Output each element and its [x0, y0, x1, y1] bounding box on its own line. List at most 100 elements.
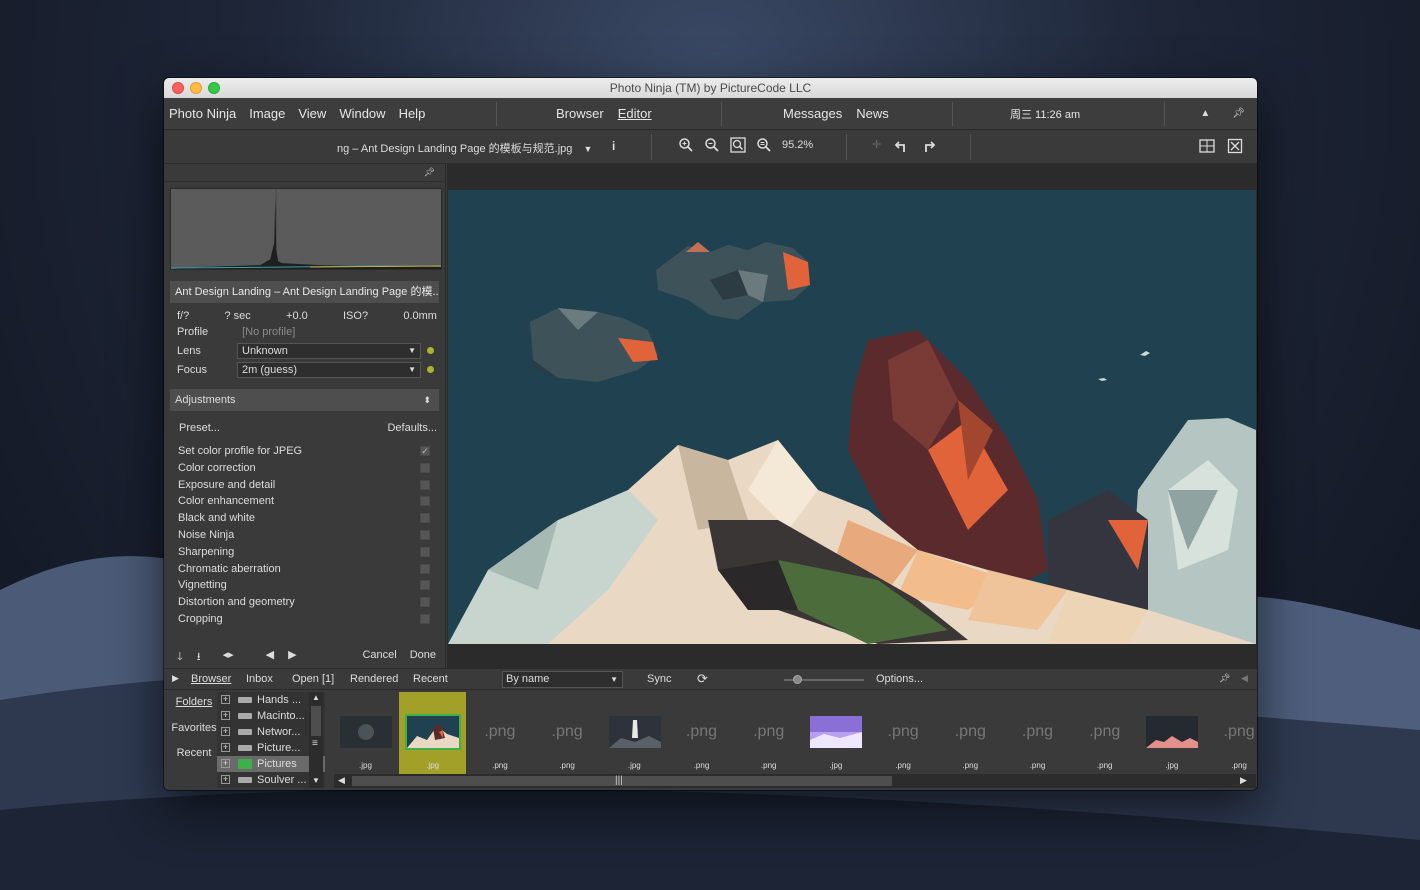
- close-view-icon[interactable]: [1227, 138, 1243, 154]
- thumbnail[interactable]: .png .png: [735, 692, 802, 774]
- rotate-right-icon[interactable]: [921, 138, 937, 154]
- thumbnail[interactable]: .png .png: [870, 692, 937, 774]
- tab-rendered[interactable]: Rendered: [350, 673, 398, 685]
- prev-icon[interactable]: ◀: [266, 648, 274, 667]
- zoom-out-icon[interactable]: [704, 137, 720, 153]
- compare-icon[interactable]: ◂▸: [223, 648, 234, 667]
- grid-layout-icon[interactable]: [1199, 138, 1215, 154]
- collapse-left-icon[interactable]: ◀: [1241, 673, 1248, 684]
- tab-inbox[interactable]: Inbox: [246, 673, 273, 685]
- zoom-fit-icon[interactable]: [730, 137, 746, 153]
- sync-button[interactable]: Sync: [647, 673, 671, 685]
- thumbnail[interactable]: .png .png: [466, 692, 533, 774]
- tab-editor[interactable]: Editor: [618, 106, 652, 121]
- scroll-left-icon[interactable]: ◀: [338, 775, 345, 786]
- expand-plus-icon[interactable]: +: [221, 711, 230, 720]
- expand-plus-icon[interactable]: +: [221, 695, 230, 704]
- thumbnail[interactable]: .png .png: [1071, 692, 1138, 774]
- menu-photo-ninja[interactable]: Photo Ninja: [164, 106, 244, 121]
- zoom-in-icon[interactable]: [678, 137, 694, 153]
- next-icon[interactable]: ▶: [288, 648, 296, 667]
- rotate-left-icon[interactable]: [893, 138, 909, 154]
- done-button[interactable]: Done: [410, 649, 436, 661]
- zoom-actual-icon[interactable]: [756, 137, 772, 153]
- sort-dropdown[interactable]: By name ▼: [502, 671, 623, 688]
- adjustment-row[interactable]: Color correction: [178, 460, 430, 477]
- adjustment-checkbox[interactable]: [420, 479, 430, 490]
- adjustment-checkbox[interactable]: [420, 580, 430, 591]
- tab-open[interactable]: Open [1]: [292, 673, 334, 685]
- adjustment-checkbox[interactable]: [420, 529, 430, 540]
- adjustment-row[interactable]: Vignetting: [178, 577, 430, 594]
- crosshair-icon[interactable]: ✛: [872, 138, 881, 154]
- maximize-window-button[interactable]: [208, 82, 220, 94]
- adjustment-checkbox[interactable]: [420, 462, 430, 473]
- minimize-window-button[interactable]: [190, 82, 202, 94]
- adjustments-dropdown[interactable]: Adjustments ⬍: [170, 389, 439, 411]
- nav-favorites[interactable]: Favorites: [170, 719, 218, 745]
- thumbnail[interactable]: .jpg: [332, 692, 399, 774]
- tab-messages[interactable]: Messages: [783, 106, 842, 121]
- image-viewer[interactable]: [447, 164, 1257, 668]
- expand-arrow-icon[interactable]: ▶: [172, 673, 179, 684]
- scroll-up-icon[interactable]: ▲: [312, 693, 320, 702]
- expand-plus-icon[interactable]: +: [221, 727, 230, 736]
- adjustment-checkbox[interactable]: [420, 496, 430, 507]
- focus-dropdown[interactable]: 2m (guess) ▼: [237, 362, 421, 378]
- thumbnail[interactable]: .jpg: [802, 692, 869, 774]
- close-window-button[interactable]: [172, 82, 184, 94]
- pin-icon[interactable]: 📌︎: [424, 167, 435, 178]
- adjustment-checkbox[interactable]: [420, 546, 430, 557]
- pin-icon[interactable]: 📌︎: [1232, 108, 1245, 119]
- preview-image[interactable]: [448, 190, 1256, 644]
- menu-view[interactable]: View: [293, 106, 334, 121]
- expand-plus-icon[interactable]: +: [221, 743, 230, 752]
- adjustment-checkbox[interactable]: ✓: [420, 446, 430, 456]
- lens-dropdown[interactable]: Unknown ▼: [237, 343, 421, 359]
- adjustment-row[interactable]: Cropping: [178, 611, 430, 628]
- scroll-right-icon[interactable]: ▶: [1240, 775, 1247, 786]
- tab-browser[interactable]: Browser: [556, 106, 604, 121]
- adjustment-row[interactable]: Color enhancement: [178, 493, 430, 510]
- expand-plus-icon[interactable]: +: [221, 759, 230, 768]
- expand-plus-icon[interactable]: +: [221, 775, 230, 784]
- refresh-icon[interactable]: ⟳: [697, 671, 708, 687]
- thumbnail-scrollbar[interactable]: ◀ ||| ▶: [334, 774, 1256, 788]
- download-add-icon[interactable]: ⭳: [197, 648, 201, 667]
- menu-help[interactable]: Help: [394, 106, 434, 121]
- tree-scroll-thumb[interactable]: [311, 706, 321, 736]
- adjustment-row[interactable]: Chromatic aberration: [178, 561, 430, 578]
- nav-recent[interactable]: Recent: [170, 744, 218, 770]
- adjustment-checkbox[interactable]: [420, 597, 430, 608]
- thumbnail[interactable]: .png .png: [668, 692, 735, 774]
- adjustment-checkbox[interactable]: [420, 563, 430, 574]
- thumbnail[interactable]: .jpg: [601, 692, 668, 774]
- defaults-button[interactable]: Defaults...: [387, 422, 437, 434]
- thumbnail[interactable]: .png .png: [937, 692, 1004, 774]
- thumbnail[interactable]: .png .png: [534, 692, 601, 774]
- thumbnail[interactable]: .jpg: [1138, 692, 1205, 774]
- preset-button[interactable]: Preset...: [179, 422, 220, 434]
- scroll-down-icon[interactable]: ▼: [312, 776, 320, 785]
- thumbnail-size-slider[interactable]: [793, 675, 802, 684]
- menu-window[interactable]: Window: [334, 106, 393, 121]
- tab-news[interactable]: News: [856, 106, 889, 121]
- tab-browser-bottom[interactable]: Browser: [191, 673, 231, 685]
- adjustment-checkbox[interactable]: [420, 513, 430, 524]
- adjustment-checkbox[interactable]: [420, 613, 430, 624]
- options-button[interactable]: Options...: [876, 673, 923, 685]
- thumbnail[interactable]: .jpg: [399, 692, 467, 774]
- cancel-button[interactable]: Cancel: [362, 649, 396, 661]
- adjustment-row[interactable]: Set color profile for JPEG ✓: [178, 443, 430, 460]
- download-icon[interactable]: 🡓: [177, 648, 183, 667]
- info-icon[interactable]: i: [612, 139, 615, 153]
- thumbnail[interactable]: .png .png: [1206, 692, 1257, 774]
- list-menu-icon[interactable]: ≡: [312, 738, 318, 749]
- file-selector[interactable]: ng – Ant Design Landing Page 的模板与规范.jpg …: [337, 140, 592, 156]
- adjustment-row[interactable]: Sharpening: [178, 544, 430, 561]
- adjustment-row[interactable]: Exposure and detail: [178, 477, 430, 494]
- thumbnail[interactable]: .png .png: [1004, 692, 1071, 774]
- collapse-up-icon[interactable]: ▲: [1200, 108, 1210, 119]
- tab-recent[interactable]: Recent: [413, 673, 448, 685]
- pin-icon[interactable]: 📌︎: [1219, 673, 1230, 684]
